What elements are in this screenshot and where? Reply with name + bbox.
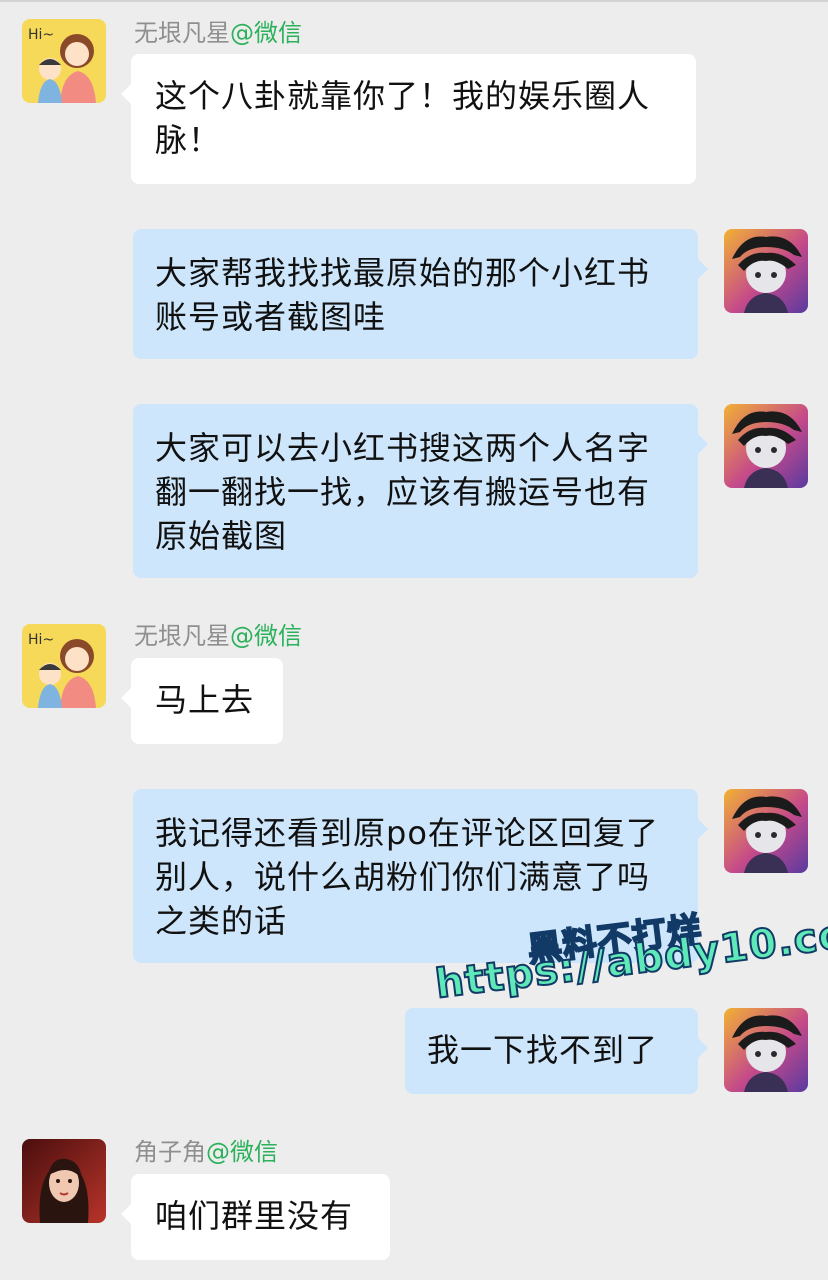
message-text: 这个八卦就靠你了！我的娱乐圈人脉！ <box>155 77 651 159</box>
sender-name: 无垠凡星 <box>134 622 230 650</box>
sender-label: 角子角@微信 <box>134 1137 278 1167</box>
sender-name: 角子角 <box>134 1138 206 1166</box>
message-text: 咱们群里没有 <box>155 1197 354 1235</box>
message-bubble[interactable]: 这个八卦就靠你了！我的娱乐圈人脉！ <box>121 54 696 184</box>
sender-name: 无垠凡星 <box>134 19 230 47</box>
avatar[interactable] <box>724 789 808 873</box>
cartoon-mother-child-icon: Hi~ <box>22 624 106 708</box>
message-bubble[interactable]: 大家帮我找找最原始的那个小红书账号或者截图哇 <box>133 229 708 359</box>
svg-text:Hi~: Hi~ <box>28 27 54 43</box>
cartoon-mother-child-icon: Hi~ <box>22 19 106 103</box>
message-bubble[interactable]: 大家可以去小红书搜这两个人名字翻一翻找一找，应该有搬运号也有原始截图 <box>133 404 708 578</box>
sender-label: 无垠凡星@微信 <box>134 18 302 48</box>
sender-source: @微信 <box>230 622 302 650</box>
sender-label: 无垠凡星@微信 <box>134 621 302 651</box>
avatar[interactable] <box>724 404 808 488</box>
anime-character-icon <box>724 789 808 873</box>
anime-character-icon <box>724 229 808 313</box>
message-text: 大家帮我找找最原始的那个小红书账号或者截图哇 <box>155 254 651 336</box>
avatar[interactable]: Hi~ <box>22 19 106 103</box>
avatar[interactable] <box>724 229 808 313</box>
woman-portrait-icon <box>22 1139 106 1223</box>
avatar[interactable] <box>724 1008 808 1092</box>
svg-text:Hi~: Hi~ <box>28 632 54 648</box>
avatar[interactable] <box>22 1139 106 1223</box>
message-bubble[interactable]: 马上去 <box>121 658 283 744</box>
sender-source: @微信 <box>206 1138 278 1166</box>
anime-character-icon <box>724 1008 808 1092</box>
sender-source: @微信 <box>230 19 302 47</box>
message-text: 我一下找不到了 <box>427 1031 659 1069</box>
anime-character-icon <box>724 404 808 488</box>
message-text: 马上去 <box>155 681 255 719</box>
message-text: 大家可以去小红书搜这两个人名字翻一翻找一找，应该有搬运号也有原始截图 <box>155 429 651 555</box>
message-bubble[interactable]: 我一下找不到了 <box>405 1008 708 1094</box>
top-divider <box>0 0 828 2</box>
avatar[interactable]: Hi~ <box>22 624 106 708</box>
message-bubble[interactable]: 咱们群里没有 <box>121 1174 390 1260</box>
